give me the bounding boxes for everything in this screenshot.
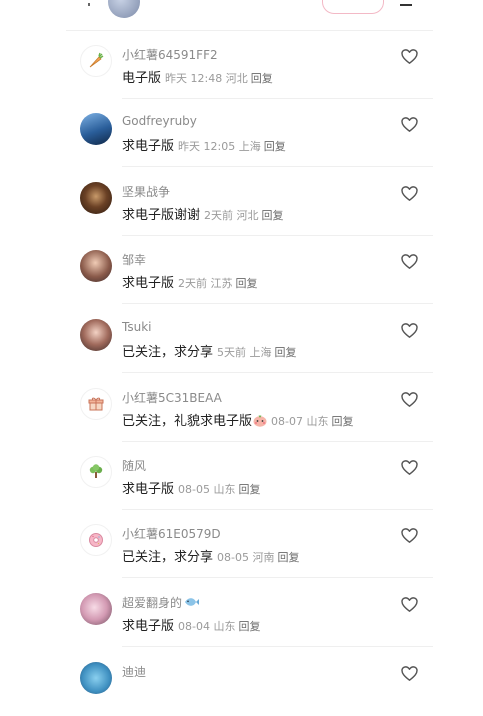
heart-icon[interactable]: [400, 321, 419, 340]
reply-button[interactable]: 回复: [277, 551, 299, 564]
comment-text: 求电子版: [122, 482, 175, 497]
comment-meta: 昨天 12:05 上海: [178, 140, 261, 153]
menu-icon[interactable]: [400, 4, 412, 6]
reply-button[interactable]: 回复: [236, 277, 258, 290]
comment-text: 求电子版谢谢: [122, 208, 201, 223]
shy-emoji-icon: [253, 415, 267, 427]
reply-button[interactable]: 回复: [238, 620, 260, 633]
follow-button[interactable]: [322, 0, 384, 14]
heart-icon[interactable]: [400, 664, 419, 683]
heart-icon[interactable]: [400, 595, 419, 614]
comment-item: 随风 求电子版 08-05 山东 回复: [0, 442, 483, 510]
top-bar: [0, 0, 483, 30]
reply-button[interactable]: 回复: [264, 140, 286, 153]
comment-username[interactable]: 超爱翻身的: [122, 594, 200, 611]
carrot-avatar-icon[interactable]: [80, 45, 112, 77]
comment-username[interactable]: 邹幸: [122, 251, 146, 268]
comment-username[interactable]: 随风: [122, 457, 146, 474]
comment-username[interactable]: 小红薯61E0579D: [122, 525, 221, 542]
comment-item: 迪迪: [0, 648, 483, 716]
partial-icon: [88, 3, 90, 6]
comment-text: 已关注，求分享: [122, 550, 214, 565]
reply-button[interactable]: 回复: [275, 346, 297, 359]
comment-item: 小红薯61E0579D 已关注，求分享 08-05 河南 回复: [0, 510, 483, 578]
donut-avatar-icon[interactable]: [80, 524, 112, 556]
divider: [122, 166, 433, 167]
comment-username[interactable]: 小红薯5C31BEAA: [122, 389, 222, 406]
comment-meta: 08-05 河南: [217, 551, 275, 564]
divider: [122, 646, 433, 647]
gift-avatar-icon[interactable]: [80, 388, 112, 420]
comment-username[interactable]: Godfreyruby: [122, 114, 197, 128]
comment-username[interactable]: 坚果战争: [122, 183, 170, 200]
comment-item: 小红薯64591FF2 电子版 昨天 12:48 河北 回复: [0, 31, 483, 99]
comment-text: 已关注，求分享: [122, 345, 214, 360]
heart-icon[interactable]: [400, 252, 419, 271]
comment-item: 小红薯5C31BEAA 已关注，礼貌求电子版 08-07 山东 回复: [0, 374, 483, 442]
comment-item: Tsuki 已关注，求分享 5天前 上海 回复: [0, 305, 483, 373]
comment-item: 邹幸 求电子版 2天前 江苏 回复: [0, 236, 483, 304]
comment-text: 电子版: [122, 71, 162, 86]
divider: [122, 303, 433, 304]
comment-meta: 2天前 江苏: [178, 277, 233, 290]
user-avatar[interactable]: [80, 593, 112, 625]
reply-button[interactable]: 回复: [238, 483, 260, 496]
fish-emoji-icon: [185, 598, 200, 606]
heart-icon[interactable]: [400, 390, 419, 409]
comment-meta: 08-04 山东: [178, 620, 236, 633]
divider: [122, 372, 433, 373]
heart-icon[interactable]: [400, 47, 419, 66]
comment-username[interactable]: 迪迪: [122, 663, 146, 680]
comment-text: 求电子版: [122, 139, 175, 154]
heart-icon[interactable]: [400, 115, 419, 134]
comment-text: 求电子版: [122, 619, 175, 634]
divider: [122, 577, 433, 578]
comment-meta: 08-07 山东: [271, 415, 329, 428]
user-avatar[interactable]: [80, 250, 112, 282]
comment-meta: 5天前 上海: [217, 346, 272, 359]
comment-username[interactable]: Tsuki: [122, 320, 151, 334]
user-avatar[interactable]: [80, 182, 112, 214]
reply-button[interactable]: 回复: [331, 415, 353, 428]
comment-text: 求电子版: [122, 276, 175, 291]
comment-text: 已关注，礼貌求电子版: [122, 414, 253, 429]
author-avatar[interactable]: [108, 0, 140, 18]
user-avatar[interactable]: [80, 113, 112, 145]
reply-button[interactable]: 回复: [251, 72, 273, 85]
heart-icon[interactable]: [400, 526, 419, 545]
heart-icon[interactable]: [400, 458, 419, 477]
comment-item: 坚果战争 求电子版谢谢 2天前 河北 回复: [0, 168, 483, 236]
heart-icon[interactable]: [400, 184, 419, 203]
comment-item: 超爱翻身的 求电子版 08-04 山东 回复: [0, 579, 483, 647]
reply-button[interactable]: 回复: [262, 209, 284, 222]
comment-meta: 昨天 12:48 河北: [165, 72, 248, 85]
user-avatar[interactable]: [80, 662, 112, 694]
comment-username[interactable]: 小红薯64591FF2: [122, 46, 218, 63]
tree-avatar-icon[interactable]: [80, 456, 112, 488]
comment-meta: 2天前 河北: [204, 209, 259, 222]
comment-item: Godfreyruby 求电子版 昨天 12:05 上海 回复: [0, 99, 483, 167]
user-avatar[interactable]: [80, 319, 112, 351]
comment-meta: 08-05 山东: [178, 483, 236, 496]
